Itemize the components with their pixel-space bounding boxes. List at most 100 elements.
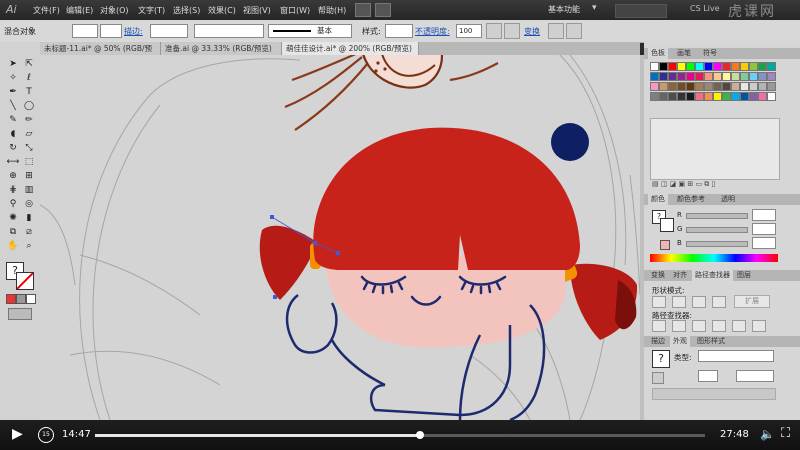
color-swatch[interactable] [695, 72, 704, 81]
crop-button[interactable] [712, 320, 726, 332]
play-icon[interactable]: ▶ [12, 426, 23, 442]
rewind-15-icon[interactable]: 15 [38, 427, 54, 443]
tab-transparency[interactable]: 透明 [718, 194, 738, 205]
menu-help[interactable]: 帮助(H) [318, 5, 346, 16]
pencil-tool-icon[interactable]: ✏ [22, 114, 36, 126]
color-swatch[interactable] [650, 92, 659, 101]
color-swatch[interactable] [668, 92, 677, 101]
menu-file[interactable]: 文件(F) [33, 5, 60, 16]
unite-button[interactable] [652, 296, 666, 308]
outline-button[interactable] [732, 320, 746, 332]
tab-pathfinder[interactable]: 路径查找器 [692, 270, 733, 281]
tab-color-guide[interactable]: 颜色参考 [674, 194, 708, 205]
last-color-swatch[interactable] [660, 240, 670, 250]
distribute-button[interactable] [566, 23, 582, 39]
color-swatch[interactable] [722, 82, 731, 91]
perspective-grid-tool-icon[interactable]: ⊞ [22, 170, 36, 182]
color-swatch[interactable] [704, 62, 713, 71]
color-swatch[interactable] [722, 62, 731, 71]
color-swatch[interactable] [749, 62, 758, 71]
appearance-value-input[interactable] [698, 370, 718, 382]
color-mode-icon[interactable] [6, 294, 16, 304]
appearance-secondary-input[interactable] [736, 370, 774, 382]
tab-document-3[interactable]: 萌佳佳设计.ai* @ 200% (RGB/预览) × [282, 42, 419, 66]
color-swatch[interactable] [695, 82, 704, 91]
tab-transform[interactable]: 变换 [648, 270, 668, 281]
tab-color[interactable]: 颜色 [648, 194, 668, 205]
blob-brush-tool-icon[interactable]: ◖ [6, 128, 20, 140]
intersect-button[interactable] [692, 296, 706, 308]
divide-button[interactable] [652, 320, 666, 332]
isolate-button[interactable] [504, 23, 520, 39]
trim-button[interactable] [672, 320, 686, 332]
mesh-tool-icon[interactable]: ⋕ [6, 184, 20, 196]
chevron-down-icon[interactable]: ▾ [592, 3, 597, 13]
color-swatch[interactable] [713, 72, 722, 81]
color-swatch[interactable] [749, 72, 758, 81]
progress-track[interactable] [95, 431, 705, 439]
blend-tool-icon[interactable]: ◎ [22, 198, 36, 210]
selection-tool-icon[interactable]: ➤ [6, 58, 20, 70]
color-swatch[interactable] [713, 92, 722, 101]
tab-document-1[interactable]: 未标题-11.ai* @ 50% (RGB/预览) × [40, 42, 161, 66]
symbol-sprayer-tool-icon[interactable]: ✺ [6, 212, 20, 224]
color-swatch[interactable] [731, 92, 740, 101]
color-swatch[interactable] [668, 62, 677, 71]
tab-swatches[interactable]: 色板 [648, 48, 668, 59]
color-swatch[interactable] [668, 82, 677, 91]
rotate-tool-icon[interactable]: ↻ [6, 142, 20, 154]
volume-icon[interactable]: 🔈 [760, 427, 775, 441]
menu-window[interactable]: 窗口(W) [280, 5, 310, 16]
artboard-canvas[interactable] [40, 55, 640, 420]
merge-button[interactable] [692, 320, 706, 332]
color-swatch[interactable] [686, 62, 695, 71]
paintbrush-tool-icon[interactable]: ✎ [6, 114, 20, 126]
color-swatch[interactable] [659, 92, 668, 101]
tab-appearance[interactable]: 外观 [670, 336, 690, 347]
tab-graphic-styles[interactable]: 图形样式 [694, 336, 728, 347]
none-mode-icon[interactable] [26, 294, 36, 304]
tab-symbols[interactable]: 符号 [700, 48, 720, 59]
width-tool-icon[interactable]: ⟷ [6, 156, 20, 168]
bridge-button[interactable] [355, 3, 371, 17]
tab-align[interactable]: 对齐 [670, 270, 690, 281]
magic-wand-tool-icon[interactable]: ✧ [6, 72, 20, 84]
color-swatch[interactable] [659, 82, 668, 91]
color-swatch[interactable] [704, 82, 713, 91]
color-swatch[interactable] [749, 82, 758, 91]
transform-link[interactable]: 变换 [524, 26, 540, 37]
color-swatch[interactable] [677, 92, 686, 101]
artboard-tool-icon[interactable]: ⧉ [6, 226, 20, 238]
color-swatch[interactable] [758, 92, 767, 101]
color-swatch[interactable] [740, 92, 749, 101]
line-tool-icon[interactable]: ╲ [6, 100, 20, 112]
color-swatch[interactable] [650, 72, 659, 81]
color-swatch[interactable] [668, 72, 677, 81]
fill-swatch[interactable] [72, 24, 98, 38]
color-swatch[interactable] [704, 72, 713, 81]
tab-stroke[interactable]: 描边 [648, 336, 668, 347]
color-swatch[interactable] [749, 92, 758, 101]
variable-width-select[interactable] [194, 24, 264, 38]
green-slider[interactable] [686, 227, 748, 233]
color-stroke-box[interactable] [660, 218, 674, 232]
exclude-button[interactable] [712, 296, 726, 308]
color-swatch[interactable] [704, 92, 713, 101]
slice-tool-icon[interactable]: ⧄ [22, 226, 36, 238]
zoom-tool-icon[interactable]: ⌕ [22, 240, 36, 252]
direct-selection-tool-icon[interactable]: ⇱ [22, 58, 36, 70]
fullscreen-icon[interactable]: ⛶ [781, 426, 790, 441]
red-slider[interactable] [686, 213, 748, 219]
color-swatch[interactable] [767, 82, 776, 91]
progress-handle[interactable] [415, 431, 424, 439]
gradient-mode-icon[interactable] [16, 294, 26, 304]
color-swatch[interactable] [650, 82, 659, 91]
eyedropper-tool-icon[interactable]: ⚲ [6, 198, 20, 210]
color-swatch[interactable] [677, 62, 686, 71]
red-value-input[interactable] [752, 209, 776, 221]
menu-effect[interactable]: 效果(C) [208, 5, 236, 16]
color-swatch[interactable] [686, 92, 695, 101]
scale-tool-icon[interactable]: ⤡ [22, 142, 36, 154]
color-swatch[interactable] [767, 92, 776, 101]
arrange-button[interactable] [375, 3, 391, 17]
